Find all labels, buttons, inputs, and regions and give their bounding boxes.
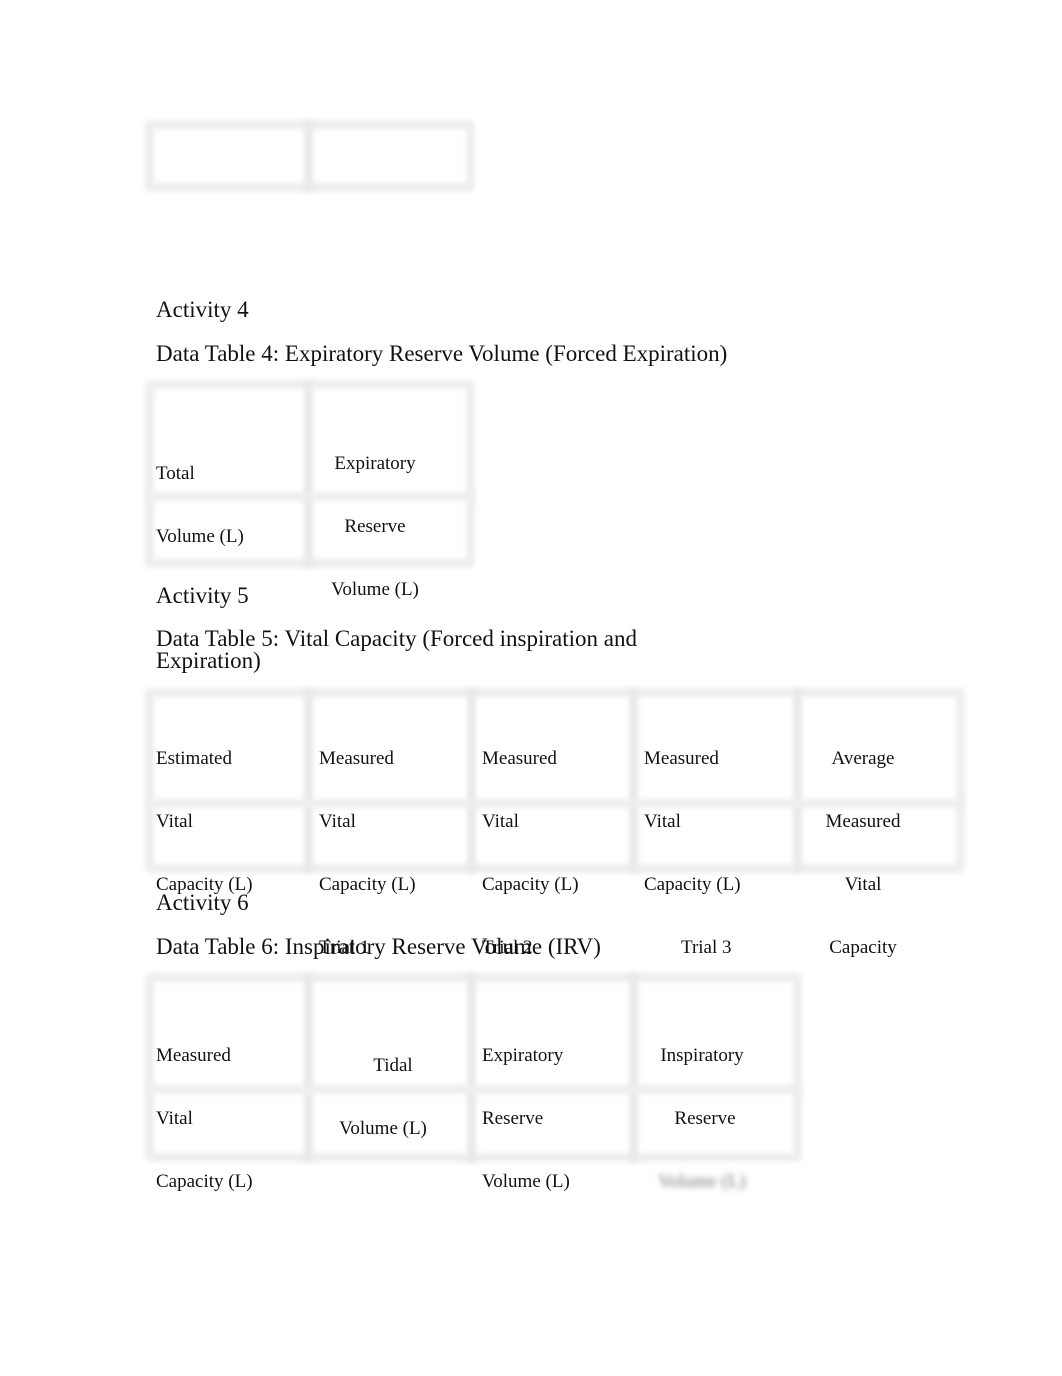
header-line: Volume (L)	[331, 579, 419, 600]
data-cell-total-volume[interactable]	[155, 504, 300, 556]
column-divider	[467, 688, 476, 873]
header-line: Vital	[844, 874, 882, 895]
column-divider	[629, 973, 638, 1162]
header-line: Total	[156, 463, 195, 484]
data-table-6-title: Data Table 6: Inspiratory Reserve Volume…	[156, 934, 601, 959]
data-table-5: Estimated Vital Capacity (L) Measured Vi…	[145, 688, 965, 958]
header-line: Inspiratory	[660, 1045, 744, 1066]
activity-4-heading: Activity 4	[156, 297, 249, 322]
data-table-4-title: Data Table 4: Expiratory Reserve Volume …	[156, 341, 728, 366]
data-table-5-title-line1: Data Table 5: Vital Capacity (Forced ins…	[156, 626, 637, 651]
header-line: Capacity (L)	[644, 874, 741, 895]
header-line: Average	[831, 748, 895, 769]
data-cell-tidal-volume[interactable]	[317, 1097, 462, 1149]
activity-5-heading: Activity 5	[156, 583, 249, 608]
column-divider	[304, 120, 313, 192]
header-line: Capacity (L)	[482, 874, 579, 895]
data-table-6: Measured Vital Capacity (L) Tidal Volume…	[145, 973, 802, 1192]
data-cell-trial-2[interactable]	[480, 810, 625, 862]
column-divider	[304, 688, 313, 873]
header-line: Volume (L)	[482, 1171, 570, 1192]
data-cell-trial-1[interactable]	[317, 810, 462, 862]
data-cell-expiratory-reserve-volume[interactable]	[480, 1097, 625, 1149]
data-cell-trial-3[interactable]	[642, 810, 787, 862]
activity-6-heading: Activity 6	[156, 890, 249, 915]
data-cell-measured-vital-capacity[interactable]	[155, 1097, 300, 1149]
header-line: Capacity (L)	[319, 874, 416, 895]
data-cell-average[interactable]	[806, 810, 954, 862]
header-line: Measured	[319, 748, 394, 769]
column-divider	[304, 380, 313, 568]
header-line: Estimated	[156, 748, 232, 769]
data-cell-expiratory-reserve-volume[interactable]	[317, 504, 462, 556]
data-table-4: Total Volume (L) Expiratory Reserve Volu…	[145, 380, 475, 600]
header-line: Tidal	[373, 1055, 413, 1076]
top-data-table	[145, 120, 475, 192]
data-cell-estimated-vital-capacity[interactable]	[155, 810, 300, 862]
data-table-5-title-line2: Expiration)	[156, 648, 261, 673]
column-divider	[793, 688, 802, 873]
header-line: Measured	[644, 748, 719, 769]
table-cell[interactable]	[317, 130, 462, 182]
header-line: Expiratory	[334, 453, 416, 474]
header-line: Trial 3	[681, 937, 732, 958]
header-line: Capacity	[829, 937, 897, 958]
column-divider	[629, 688, 638, 873]
column-divider	[467, 973, 476, 1162]
header-line: Capacity (L)	[156, 1171, 253, 1192]
header-line: Expiratory	[482, 1045, 564, 1066]
header-line: Measured	[482, 748, 557, 769]
column-divider	[304, 973, 313, 1162]
data-cell-inspiratory-reserve-volume[interactable]	[642, 1097, 789, 1149]
table-cell[interactable]	[155, 130, 300, 182]
header-line: Measured	[156, 1045, 231, 1066]
header-line-blurred: Volume (L)	[658, 1171, 746, 1192]
